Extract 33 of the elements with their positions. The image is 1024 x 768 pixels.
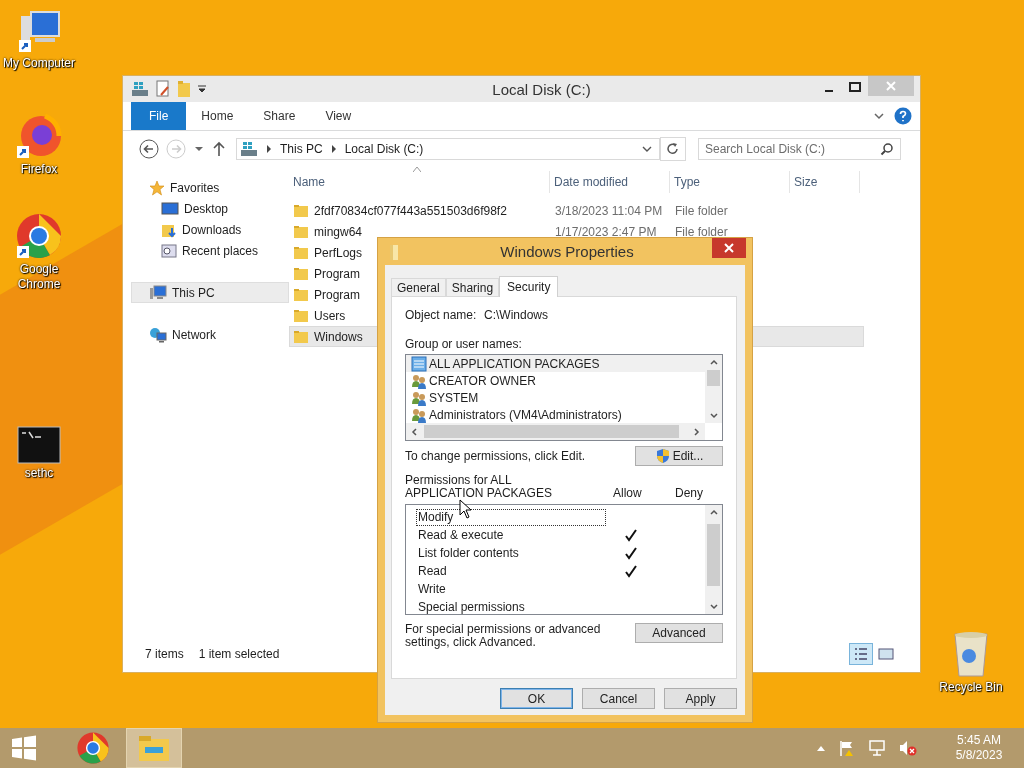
sidebar-label: Network [172, 327, 216, 342]
file-name: Windows [314, 329, 363, 344]
group-name: ALL APPLICATION PACKAGES [429, 356, 600, 371]
file-name: mingw64 [314, 224, 363, 239]
file-name: Program [314, 287, 360, 302]
sidebar-label: Downloads [182, 222, 242, 237]
group-list-label: Group or user names: [405, 337, 523, 351]
edit-hint: To change permissions, click Edit. [405, 449, 586, 463]
sidebar-label: Desktop [184, 201, 229, 216]
sidebar-label: This PC [172, 285, 215, 300]
file-name: Program [314, 266, 360, 281]
file-name: 2fdf70834cf077f443a551503d6f98f2 [314, 203, 507, 218]
deny-column-header: Deny [675, 486, 703, 500]
sidebar-label: Favorites [170, 180, 220, 195]
object-name-label: Object name: [405, 308, 478, 322]
group-name: SYSTEM [429, 390, 479, 405]
object-name-value: C:\Windows [484, 308, 548, 322]
date-cell-text: 1/17/2023 2:47 PM [554, 224, 658, 239]
type-cell-text: File folder [674, 203, 729, 218]
date-cell-text: 3/18/2023 11:04 PM [554, 203, 664, 218]
advanced-hint: For special permissions or advanced settings, click Advanced. [405, 623, 602, 649]
selection-count: 1 item selected [198, 647, 280, 661]
sidebar-label: Recent places [182, 243, 259, 258]
file-name: Users [314, 308, 346, 323]
item-count: 7 items [145, 647, 184, 661]
dialog-title: Windows Properties [499, 243, 635, 260]
group-name: CREATOR OWNER [429, 373, 536, 388]
group-name: Administrators (VM4\Administrators) [429, 407, 622, 422]
allow-column-header: Allow [613, 486, 643, 500]
permissions-label: Permissions for ALL APPLICATION PACKAGES [405, 474, 553, 500]
type-cell-text: File folder [674, 224, 729, 239]
file-name: PerfLogs [314, 245, 363, 260]
window-title: Local Disk (C:) [491, 80, 592, 98]
